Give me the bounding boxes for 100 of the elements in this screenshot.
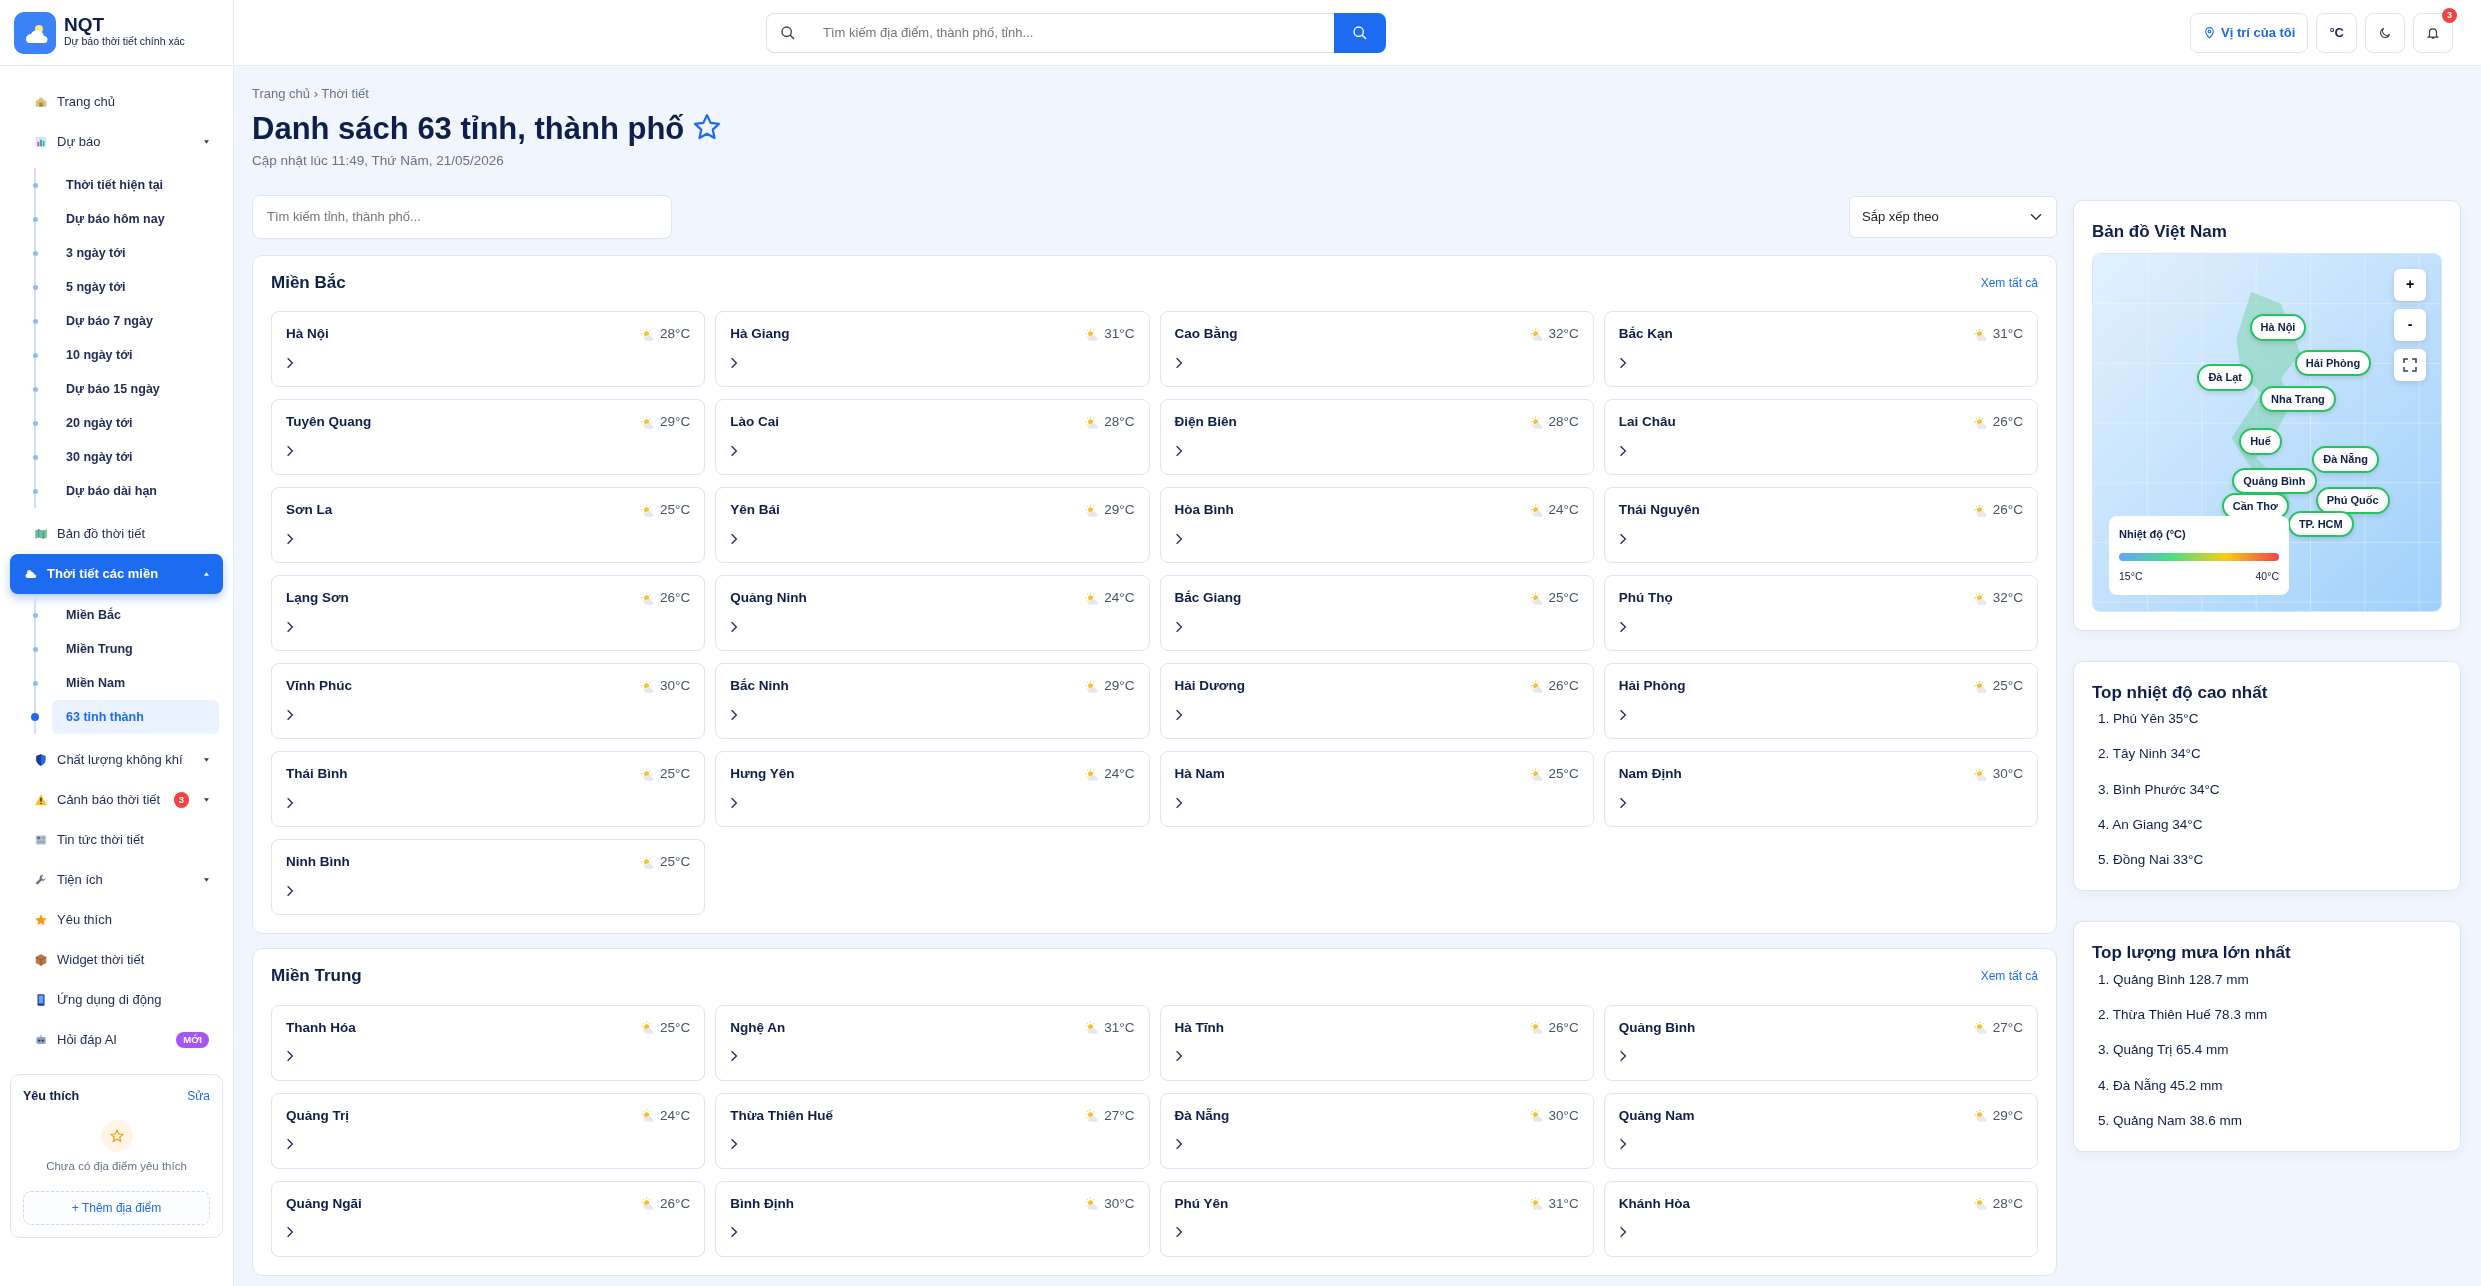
province-card[interactable]: Đà Nẵng 30°C (1159, 1092, 1594, 1169)
province-card[interactable]: Lạng Sơn 26°C (271, 575, 706, 652)
submenu-item[interactable]: Dự báo 15 ngày (52, 372, 219, 406)
chevron-right-icon (730, 796, 739, 809)
sidebar-item[interactable]: Tiện ích (10, 860, 223, 900)
province-card[interactable]: Cao Bằng 32°C (1159, 311, 1594, 388)
province-card[interactable]: Nghệ An 31°C (715, 1004, 1150, 1081)
province-card[interactable]: Hưng Yên 24°C (715, 751, 1150, 828)
province-card[interactable]: Lai Châu 26°C (1603, 399, 2038, 476)
submenu-item[interactable]: Dự báo 7 ngày (52, 304, 219, 338)
province-search-field[interactable]: Tìm kiếm tỉnh, thành phố... (252, 194, 672, 239)
province-name: Hải Phòng (1618, 677, 1686, 696)
submenu-item[interactable]: Miền Trung (52, 632, 219, 666)
sun-cloud-icon (1529, 1021, 1545, 1036)
province-card[interactable]: Yên Bái 29°C (715, 487, 1150, 564)
map-marker[interactable]: Phú Quốc (2315, 487, 2390, 514)
search-button[interactable] (1334, 12, 1386, 53)
province-card[interactable]: Quảng Ninh 24°C (715, 575, 1150, 652)
ranking-item: 1. Phú Yên 35°C (2098, 710, 2200, 728)
submenu-item[interactable]: Dự báo hôm nay (52, 202, 219, 236)
province-card[interactable]: Thái Bình 25°C (271, 751, 706, 828)
sidebar-item[interactable]: Thời tiết các miền (10, 554, 223, 594)
map-marker[interactable]: Đà Nẵng (2312, 446, 2379, 473)
sidebar-item[interactable]: Cảnh báo thời tiết 3 (10, 780, 223, 820)
chevron-right-icon (1174, 356, 1183, 369)
temperature: 24°C (1104, 589, 1135, 608)
zoom-in-button[interactable]: + (2394, 268, 2426, 301)
unit-button[interactable]: °C (2316, 12, 2357, 53)
sun-cloud-icon (1973, 327, 1989, 342)
ranking-item: 2. Tây Ninh 34°C (2098, 745, 2202, 764)
province-name: Hà Giang (730, 325, 790, 344)
province-card[interactable]: Hà Giang 31°C (715, 311, 1150, 388)
add-location-button[interactable]: + Thêm địa điểm (23, 1191, 210, 1225)
sidebar-item[interactable]: Yêu thích (10, 900, 223, 940)
province-card[interactable]: Thanh Hóa 25°C (271, 1004, 706, 1081)
province-card[interactable]: Thái Nguyên 26°C (1603, 487, 2038, 564)
province-card[interactable]: Hà Nam 25°C (1159, 751, 1594, 828)
temperature: 27°C (1992, 1018, 2023, 1037)
province-card[interactable]: Hải Phòng 25°C (1603, 663, 2038, 740)
edit-link[interactable]: Sửa (187, 1087, 210, 1106)
province-card[interactable]: Hòa Bình 24°C (1159, 487, 1594, 564)
submenu-item[interactable]: Dự báo dài hạn (52, 474, 219, 508)
submenu-item[interactable]: Miền Bắc (52, 598, 219, 632)
my-location-button[interactable]: Vị trí của tôi (2190, 12, 2309, 53)
submenu-item[interactable]: Thời tiết hiện tại (52, 168, 219, 202)
see-all-link[interactable]: Xem tất cả (1980, 967, 2038, 986)
province-card[interactable]: Phú Yên 31°C (1159, 1180, 1594, 1257)
province-card[interactable]: Nam Định 30°C (1603, 751, 2038, 828)
province-card[interactable]: Khánh Hòa 28°C (1603, 1180, 2038, 1257)
province-card[interactable]: Vĩnh Phúc 30°C (271, 663, 706, 740)
map-marker[interactable]: Huế (2239, 428, 2282, 455)
submenu-item[interactable]: Miền Nam (52, 666, 219, 700)
province-card[interactable]: Ninh Bình 25°C (271, 839, 706, 916)
province-card[interactable]: Lào Cai 28°C (715, 399, 1150, 476)
sidebar-item[interactable]: Dự báo (10, 122, 223, 162)
search-field[interactable]: Tìm kiếm địa điểm, thành phố, tỉnh... (766, 12, 1334, 53)
province-card[interactable]: Bình Định 30°C (715, 1180, 1150, 1257)
province-card[interactable]: Bắc Ninh 29°C (715, 663, 1150, 740)
fullscreen-button[interactable] (2394, 348, 2426, 381)
submenu-item[interactable]: 3 ngày tới (52, 236, 219, 270)
temperature: 25°C (660, 1018, 691, 1037)
submenu-item[interactable]: 63 tỉnh thành (52, 700, 219, 734)
zoom-out-button[interactable]: - (2394, 308, 2426, 341)
province-card[interactable]: Hà Nội 28°C (271, 311, 706, 388)
sidebar-item[interactable]: Bản đồ thời tiết (10, 514, 223, 554)
province-card[interactable]: Quảng Bình 27°C (1603, 1004, 2038, 1081)
submenu-item[interactable]: 10 ngày tới (52, 338, 219, 372)
province-card[interactable]: Tuyên Quang 29°C (271, 399, 706, 476)
province-card[interactable]: Hà Tĩnh 26°C (1159, 1004, 1594, 1081)
chevron-right-icon (1618, 620, 1627, 633)
see-all-link[interactable]: Xem tất cả (1980, 273, 2038, 292)
province-name: Yên Bái (730, 501, 780, 520)
map-marker[interactable]: Đà Lạt (2197, 364, 2253, 391)
sidebar-item[interactable]: Chất lượng không khí (10, 740, 223, 780)
bullet-dot (32, 455, 38, 460)
submenu-item[interactable]: 30 ngày tới (52, 440, 219, 474)
province-card[interactable]: Thừa Thiên Huế 27°C (715, 1092, 1150, 1169)
sidebar-item[interactable]: Trang chủ (10, 82, 223, 122)
sidebar-item[interactable]: Tin tức thời tiết (10, 820, 223, 860)
theme-toggle-button[interactable] (2365, 12, 2405, 53)
sort-select[interactable]: Sắp xếp theo (1849, 195, 2057, 238)
sidebar-item[interactable]: Ứng dụng di động (10, 980, 223, 1020)
province-card[interactable]: Sơn La 25°C (271, 487, 706, 564)
province-card[interactable]: Điện Biên 28°C (1159, 399, 1594, 476)
chevron-right-icon (1618, 708, 1627, 721)
province-name: Ninh Bình (286, 853, 350, 872)
province-card[interactable]: Phú Thọ 32°C (1603, 575, 2038, 652)
province-card[interactable]: Bắc Giang 25°C (1159, 575, 1594, 652)
submenu-item[interactable]: 5 ngày tới (52, 270, 219, 304)
bullet-dot (32, 319, 38, 324)
province-card[interactable]: Quảng Trị 24°C (271, 1092, 706, 1169)
province-card[interactable]: Hải Dương 26°C (1159, 663, 1594, 740)
province-card[interactable]: Bắc Kạn 31°C (1603, 311, 2038, 388)
sidebar-item[interactable]: Widget thời tiết (10, 940, 223, 980)
temperature: 28°C (1548, 413, 1579, 432)
province-card[interactable]: Quảng Nam 29°C (1603, 1092, 2038, 1169)
province-name: Khánh Hòa (1618, 1194, 1690, 1213)
province-card[interactable]: Quảng Ngãi 26°C (271, 1180, 706, 1257)
sidebar-item[interactable]: Hỏi đáp AI MỚI (10, 1020, 223, 1060)
submenu-item[interactable]: 20 ngày tới (52, 406, 219, 440)
